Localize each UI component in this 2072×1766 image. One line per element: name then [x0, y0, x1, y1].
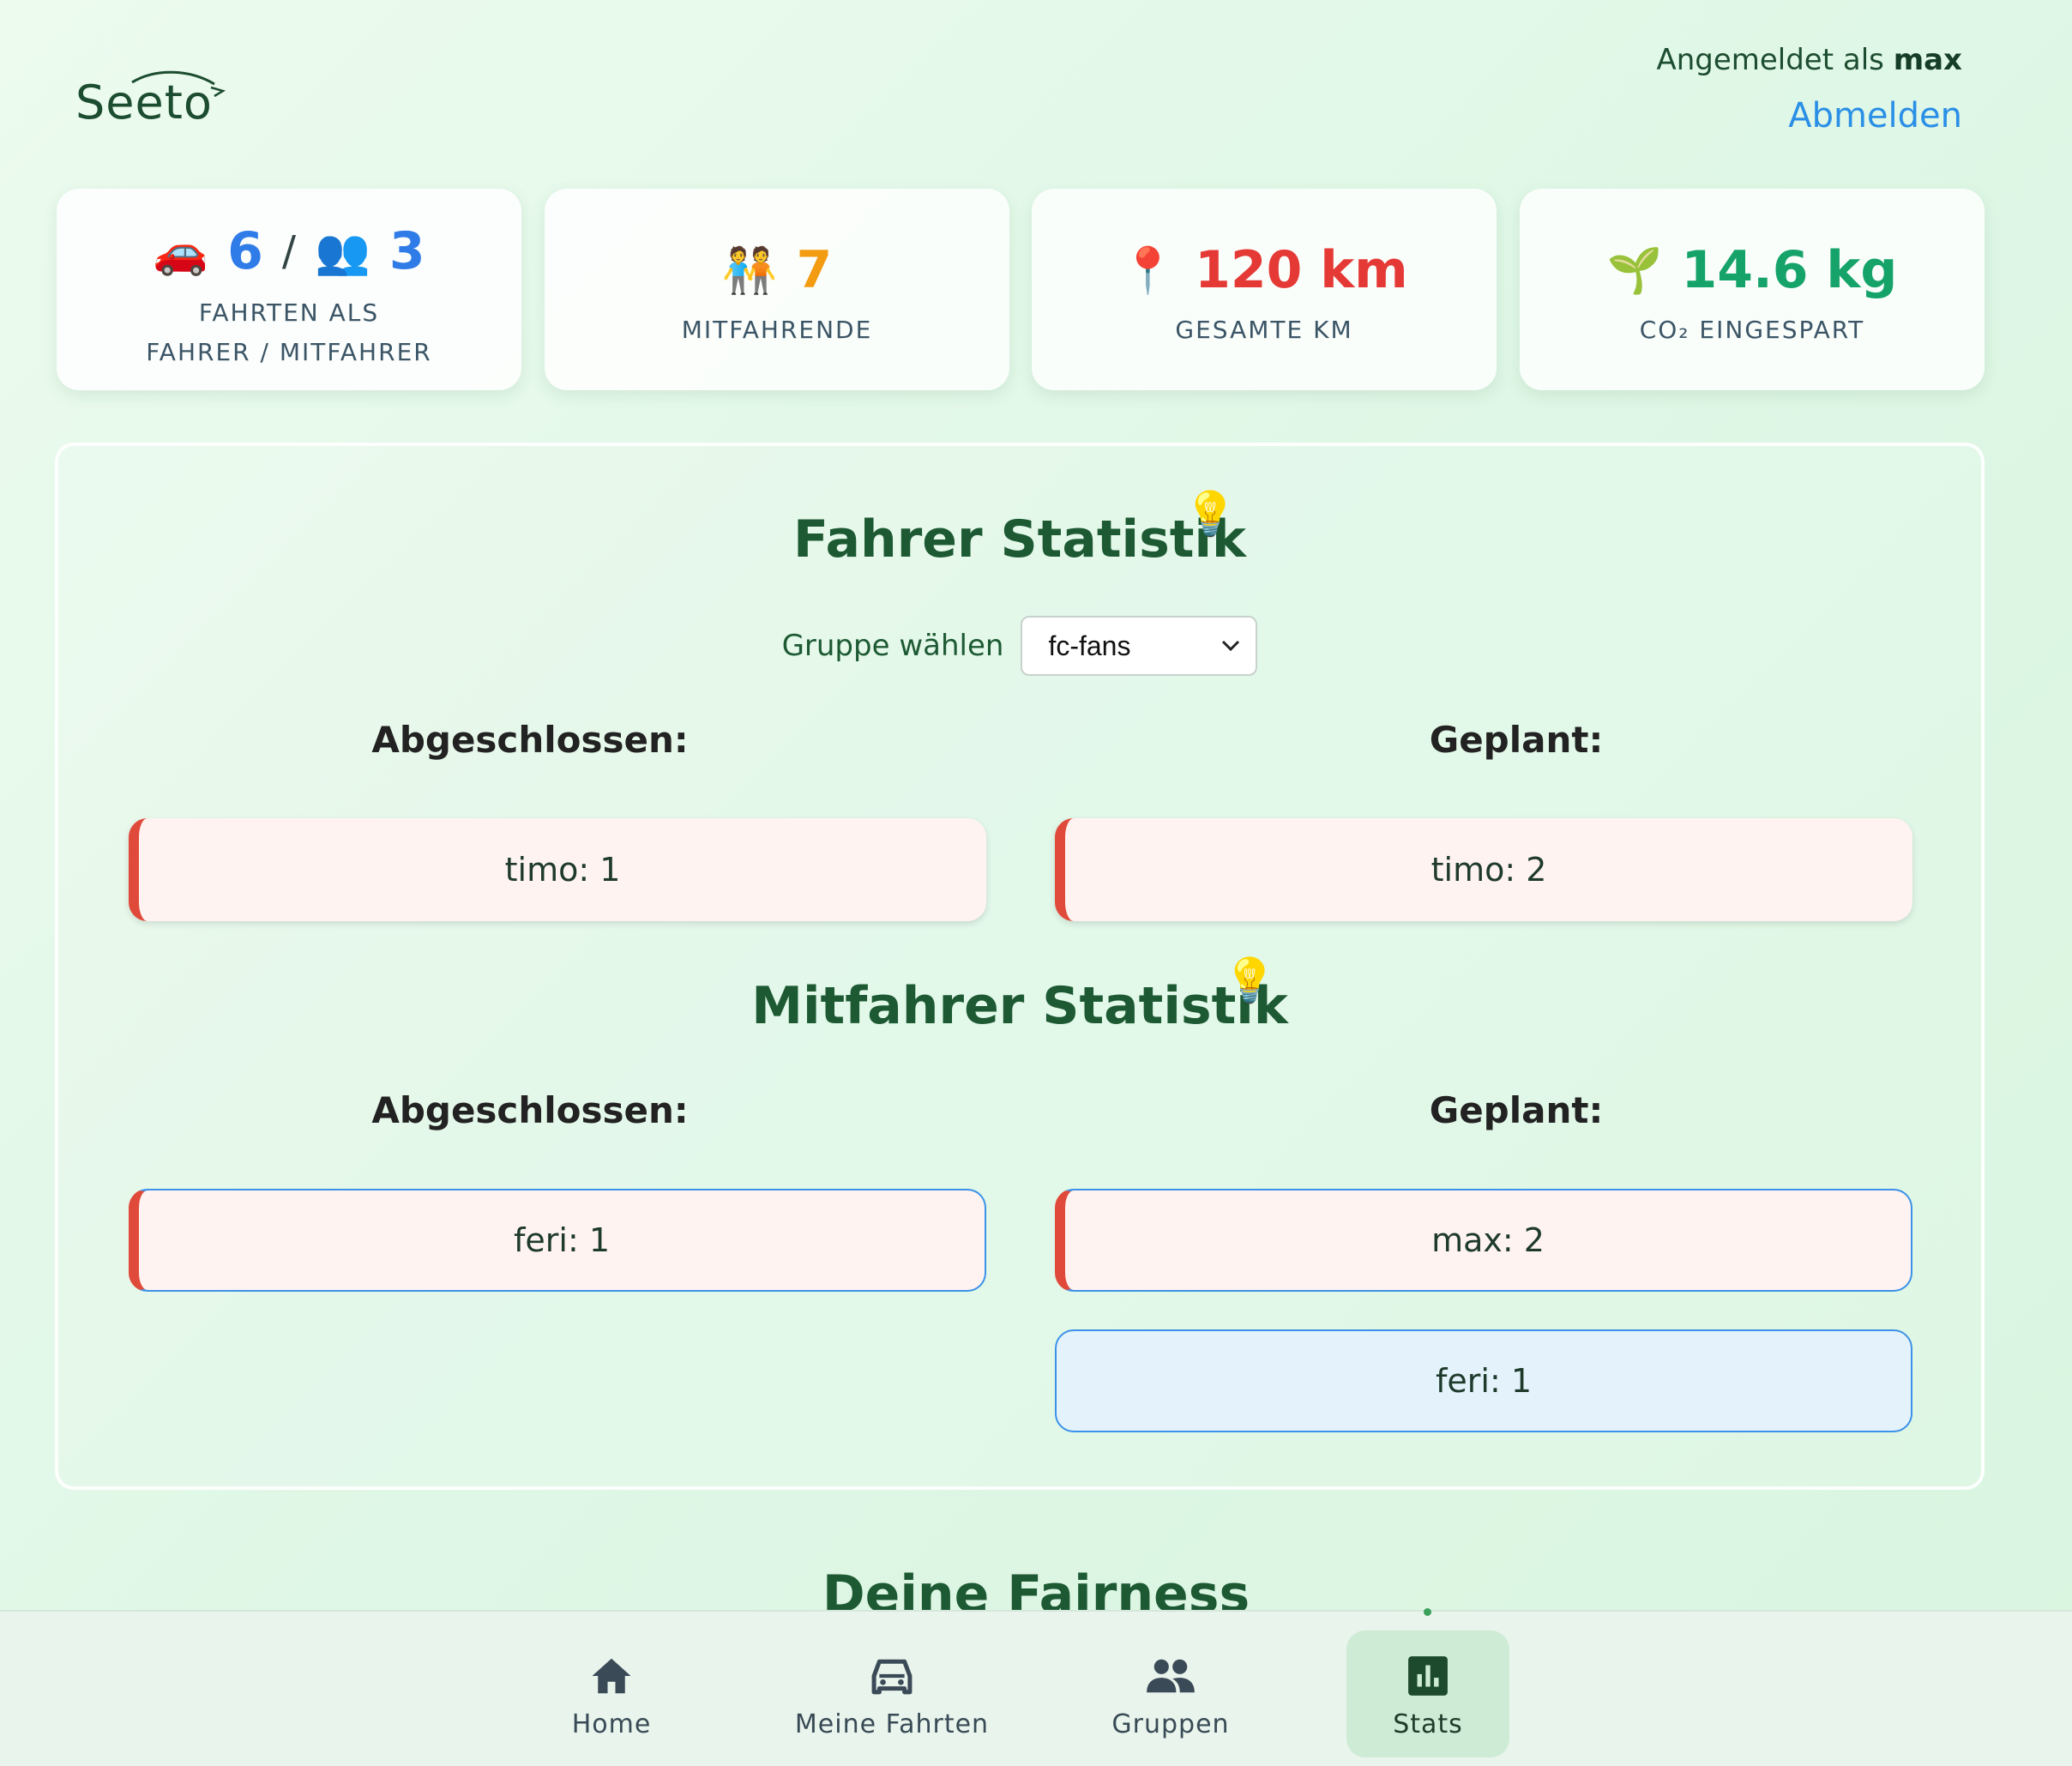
co2-value: 14.6 kg — [1681, 240, 1898, 300]
pin-icon: 📍 — [1120, 244, 1177, 297]
nav-stats[interactable]: Stats — [1346, 1630, 1509, 1757]
nav-groups-label: Gruppen — [1111, 1709, 1230, 1739]
home-icon — [592, 1658, 631, 1694]
trips-stat-card: 🚗 6 / 👥 3 FAHRTEN ALS FAHRER / MITFAHRER — [57, 189, 521, 390]
active-indicator-dot — [1424, 1608, 1431, 1616]
bottom-navigation: Home Meine Fahrten Gruppen Stats — [0, 1610, 2072, 1766]
total-km-label: GESAMTE KM — [1175, 316, 1353, 344]
total-km-stat-card: 📍 120 km GESAMTE KM — [1032, 189, 1497, 390]
passengers-label: MITFAHRENDE — [681, 316, 873, 344]
nav-my-trips-label: Meine Fahrten — [794, 1709, 990, 1739]
lightbulb-icon[interactable]: 💡 — [1223, 955, 1276, 1006]
driver-planned-heading: Geplant: — [1429, 719, 1604, 761]
driver-planned-item: timo: 2 — [1055, 818, 1912, 921]
group-select-label: Gruppe wählen — [781, 629, 1004, 663]
co2-label: CO₂ EINGESPART — [1639, 316, 1865, 344]
passenger-planned-heading: Geplant: — [1429, 1089, 1604, 1131]
statistics-panel: Fahrer Statistik 💡 Gruppe wählen fc-fans… — [55, 443, 1985, 1490]
seedling-icon: 🌱 — [1606, 244, 1663, 297]
passenger-completed-heading: Abgeschlossen: — [371, 1089, 689, 1131]
passengers-stat-card: 🧑‍🤝‍🧑 7 MITFAHRENDE — [545, 189, 1009, 390]
username: max — [1893, 43, 1962, 77]
passenger-stats-title-text: Mitfahrer Statistik — [751, 976, 1288, 1036]
lightbulb-icon[interactable]: 💡 — [1184, 489, 1237, 539]
group-select-row: Gruppe wählen fc-fans — [58, 616, 1981, 676]
passenger-completed-item: feri: 1 — [129, 1189, 986, 1292]
people-holding-hands-icon: 🧑‍🤝‍🧑 — [721, 244, 778, 297]
driver-stats-title-text: Fahrer Statistik — [793, 509, 1246, 570]
group-select-value: fc-fans — [1048, 630, 1131, 661]
nav-home[interactable]: Home — [530, 1630, 693, 1757]
logout-link[interactable]: Abmelden — [1788, 96, 1962, 136]
trips-separator: / — [281, 227, 297, 275]
passenger-stats-title: Mitfahrer Statistik 💡 — [58, 955, 1981, 1036]
group-select[interactable]: fc-fans — [1021, 616, 1258, 676]
passenger-trips-value: 3 — [388, 221, 425, 281]
logged-in-info: Angemeldet als max — [1656, 43, 1962, 77]
group-icon — [1147, 1659, 1195, 1693]
nav-stats-label: Stats — [1393, 1709, 1463, 1739]
passenger-planned-item: max: 2 — [1055, 1189, 1912, 1292]
driver-completed-item: timo: 1 — [129, 818, 986, 921]
nav-my-trips[interactable]: Meine Fahrten — [793, 1630, 991, 1757]
total-km-value: 120 km — [1195, 240, 1408, 300]
driver-trips-value: 6 — [227, 221, 263, 281]
nav-home-label: Home — [571, 1709, 652, 1739]
logo-swoosh-icon — [131, 70, 226, 98]
people-emoji-icon: 👥 — [315, 226, 370, 278]
car-icon — [871, 1659, 913, 1695]
passenger-planned-item: feri: 1 — [1055, 1329, 1912, 1432]
chevron-down-icon — [1222, 640, 1240, 652]
driver-completed-heading: Abgeschlossen: — [371, 719, 689, 761]
co2-stat-card: 🌱 14.6 kg CO₂ EINGESPART — [1520, 189, 1985, 390]
logged-in-prefix: Angemeldet als — [1656, 43, 1884, 77]
trips-label-line1: FAHRTEN ALS — [198, 298, 380, 327]
chart-icon — [1408, 1656, 1448, 1696]
trips-label-line2: FAHRER / MITFAHRER — [146, 338, 432, 366]
nav-groups[interactable]: Gruppen — [1089, 1630, 1252, 1757]
car-emoji-icon: 🚗 — [153, 226, 209, 278]
passengers-value: 7 — [796, 240, 833, 300]
driver-stats-title: Fahrer Statistik 💡 — [58, 489, 1981, 570]
app-logo[interactable]: Seeto — [75, 70, 226, 130]
